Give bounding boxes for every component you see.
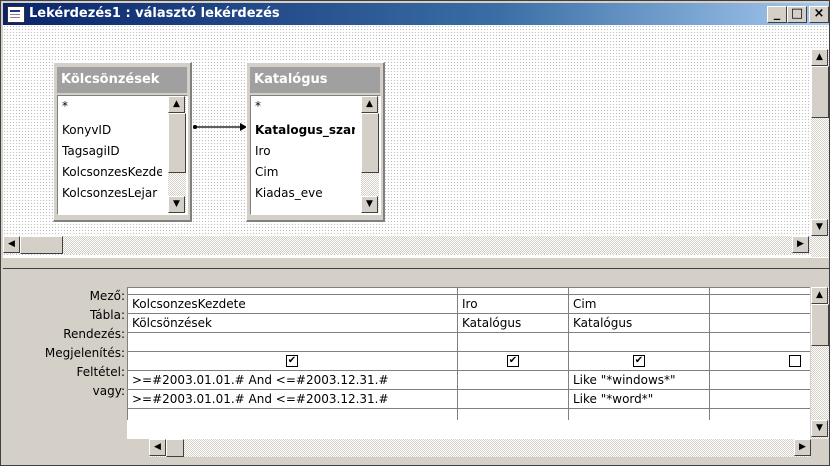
design-grid-pane: Mező: Tábla: Rendezés: Megjelenítés: Fel… (3, 269, 829, 465)
grid-cell-field[interactable]: KolcsonzesKezdete (128, 295, 457, 313)
relationship-arrow-icon[interactable] (192, 121, 247, 133)
grid-cell-field[interactable]: Cim (569, 295, 709, 313)
table-kolcsonzesek[interactable]: Kölcsönzések * KonyvID TagsagiID Kolcson… (53, 62, 192, 222)
field-list[interactable]: * KonyvID TagsagiID KolcsonzesKezdete Ko… (57, 95, 188, 215)
grid-cell-sort[interactable] (458, 333, 568, 351)
maximize-icon: □ (790, 6, 804, 21)
field-item[interactable]: Cim (255, 162, 355, 182)
scroll-thumb[interactable] (361, 113, 379, 173)
diagram-horizontal-scrollbar[interactable]: ◀ ▶ (3, 236, 811, 254)
grid-cell-or[interactable] (458, 390, 568, 408)
grid-cell-field[interactable] (710, 295, 810, 313)
minimize-button[interactable]: _ (767, 6, 787, 23)
row-label-criteria: Feltétel: (76, 365, 125, 379)
row-label-field: Mező: (89, 289, 125, 303)
scroll-down-arrow-icon[interactable]: ▼ (811, 219, 828, 236)
scroll-up-arrow-icon[interactable]: ▲ (361, 96, 378, 113)
grid-cell-sort[interactable] (128, 333, 457, 351)
grid-cell-table[interactable]: Katalógus (569, 314, 709, 332)
scroll-thumb[interactable] (811, 304, 829, 346)
field-item[interactable]: * (62, 96, 162, 116)
scroll-left-arrow-icon[interactable]: ◀ (149, 439, 166, 456)
field-item[interactable]: * (255, 96, 355, 116)
close-button[interactable]: × (809, 6, 829, 23)
window-title: Lekérdezés1 : választó lekérdezés (29, 6, 280, 21)
grid-cell-table[interactable]: Katalógus (458, 314, 568, 332)
scroll-thumb[interactable] (20, 236, 63, 254)
checkbox-icon[interactable]: ✔ (633, 355, 645, 367)
field-list-scrollbar[interactable]: ▲ ▼ (361, 96, 379, 213)
row-label-or: vagy: (92, 384, 125, 398)
field-item[interactable]: TagsagiID (62, 141, 162, 161)
grid-cell-or[interactable]: >=#2003.01.01.# And <=#2003.12.31.# (128, 390, 457, 408)
scroll-down-arrow-icon[interactable]: ▼ (168, 196, 185, 213)
query-design-grid: KolcsonzesKezdete Kölcsönzések ✔ >=#2003… (127, 287, 810, 439)
row-label-show: Megjelenítés: (44, 346, 125, 360)
checkbox-icon[interactable] (789, 355, 801, 367)
table-title[interactable]: Katalógus (250, 67, 380, 93)
scroll-down-arrow-icon[interactable]: ▼ (361, 196, 378, 213)
field-item[interactable]: KolcsonzesLejar (62, 183, 162, 203)
scroll-up-arrow-icon[interactable]: ▲ (811, 287, 828, 304)
scroll-left-arrow-icon[interactable]: ◀ (3, 236, 20, 253)
checkbox-icon[interactable]: ✔ (507, 355, 519, 367)
row-label-sort: Rendezés: (63, 327, 125, 341)
diagram-vertical-scrollbar[interactable]: ▲ ▼ (811, 49, 829, 257)
field-list-scrollbar[interactable]: ▲ ▼ (168, 96, 186, 213)
grid-cell-sort[interactable] (569, 333, 709, 351)
table-diagram-pane: Kölcsönzések * KonyvID TagsagiID Kolcson… (3, 25, 829, 257)
grid-cell-table[interactable]: Kölcsönzések (128, 314, 457, 332)
query-design-window: Lekérdezés1 : választó lekérdezés _ □ × … (0, 0, 830, 466)
field-item[interactable]: Kiadas_eve (255, 183, 355, 203)
grid-cell-criteria[interactable] (458, 371, 568, 389)
field-item[interactable]: KonyvID (62, 120, 162, 140)
field-item[interactable]: KolcsonzesKezdete (62, 162, 162, 182)
field-item[interactable]: Iro (255, 141, 355, 161)
field-item-primary-key[interactable]: Katalogus_szam (255, 120, 355, 140)
pane-splitter[interactable] (3, 257, 829, 269)
grid-cell-criteria[interactable]: Like "*windows*" (569, 371, 709, 389)
grid-horizontal-scrollbar[interactable]: ◀ ▶ (149, 439, 811, 457)
field-list[interactable]: * Katalogus_szam Iro Cim Kiadas_eve ▲ ▼ (250, 95, 381, 215)
maximize-button[interactable]: □ (787, 6, 807, 23)
scroll-down-arrow-icon[interactable]: ▼ (811, 420, 828, 437)
grid-cell-table[interactable] (710, 314, 810, 332)
close-icon: × (813, 6, 825, 21)
table-katalogus[interactable]: Katalógus * Katalogus_szam Iro Cim Kiada… (246, 62, 385, 222)
scroll-right-arrow-icon[interactable]: ▶ (794, 439, 811, 456)
title-bar[interactable]: Lekérdezés1 : választó lekérdezés _ □ × (3, 3, 829, 25)
grid-cell-field[interactable]: Iro (458, 295, 568, 313)
table-title[interactable]: Kölcsönzések (57, 67, 187, 93)
scroll-thumb[interactable] (811, 66, 829, 118)
scroll-up-arrow-icon[interactable]: ▲ (168, 96, 185, 113)
grid-cell-criteria[interactable]: >=#2003.01.01.# And <=#2003.12.31.# (128, 371, 457, 389)
minimize-icon: _ (773, 6, 781, 21)
scroll-thumb[interactable] (168, 113, 186, 173)
scroll-right-arrow-icon[interactable]: ▶ (792, 236, 809, 253)
grid-cell-or[interactable]: Like "*word*" (569, 390, 709, 408)
scroll-up-arrow-icon[interactable]: ▲ (811, 49, 828, 66)
row-label-table: Tábla: (89, 308, 125, 322)
scroll-thumb[interactable] (166, 439, 184, 457)
grid-vertical-scrollbar[interactable]: ▲ ▼ (811, 287, 829, 439)
checkbox-icon[interactable]: ✔ (286, 355, 298, 367)
query-window-icon[interactable] (7, 6, 25, 23)
